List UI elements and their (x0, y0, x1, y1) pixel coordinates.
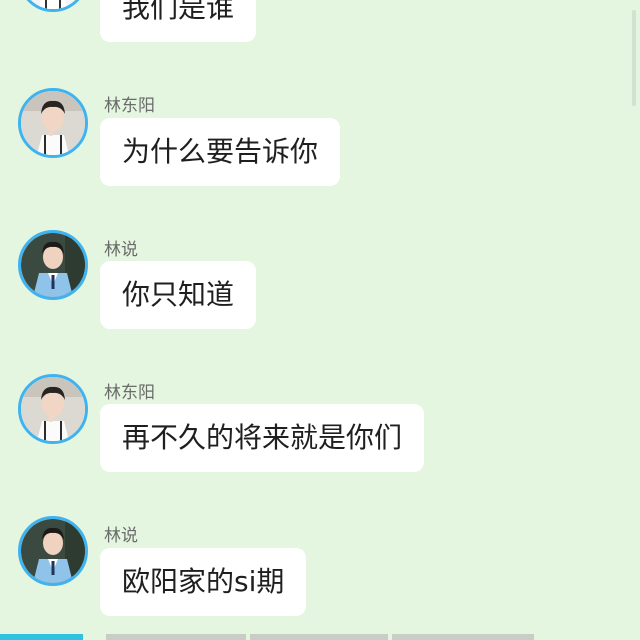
message-bubble[interactable]: 你只知道 (100, 261, 257, 329)
chat-window: 我们是谁 林东阳 为什么要告诉你 林说 你只知道 林东阳 再不久的将来就是你们 … (0, 0, 640, 640)
sender-name: 林说 (104, 240, 138, 260)
sender-name: 林东阳 (104, 96, 155, 116)
boy-uniform-avatar-icon (21, 377, 85, 441)
avatar[interactable] (18, 374, 88, 444)
message-bubble[interactable]: 我们是谁 (100, 0, 257, 42)
message-bubble[interactable]: 再不久的将来就是你们 (100, 404, 425, 472)
toolbar-segment[interactable] (106, 634, 246, 640)
toolbar-segment[interactable] (250, 634, 388, 640)
bottom-toolbar-strip (0, 634, 640, 640)
active-tab-indicator[interactable] (0, 634, 83, 640)
message-bubble[interactable]: 欧阳家的si期 (100, 548, 307, 616)
avatar[interactable] (18, 516, 88, 586)
sender-name: 林说 (104, 526, 138, 546)
avatar[interactable] (18, 0, 88, 12)
boy-blue-sweater-avatar-icon (21, 519, 85, 583)
avatar[interactable] (18, 88, 88, 158)
scrollbar[interactable] (632, 10, 636, 106)
boy-uniform-avatar-icon (21, 0, 85, 9)
avatar[interactable] (18, 230, 88, 300)
message-bubble[interactable]: 为什么要告诉你 (100, 118, 341, 186)
toolbar-segment[interactable] (392, 634, 534, 640)
boy-uniform-avatar-icon (21, 91, 85, 155)
boy-blue-sweater-avatar-icon (21, 233, 85, 297)
sender-name: 林东阳 (104, 383, 155, 403)
